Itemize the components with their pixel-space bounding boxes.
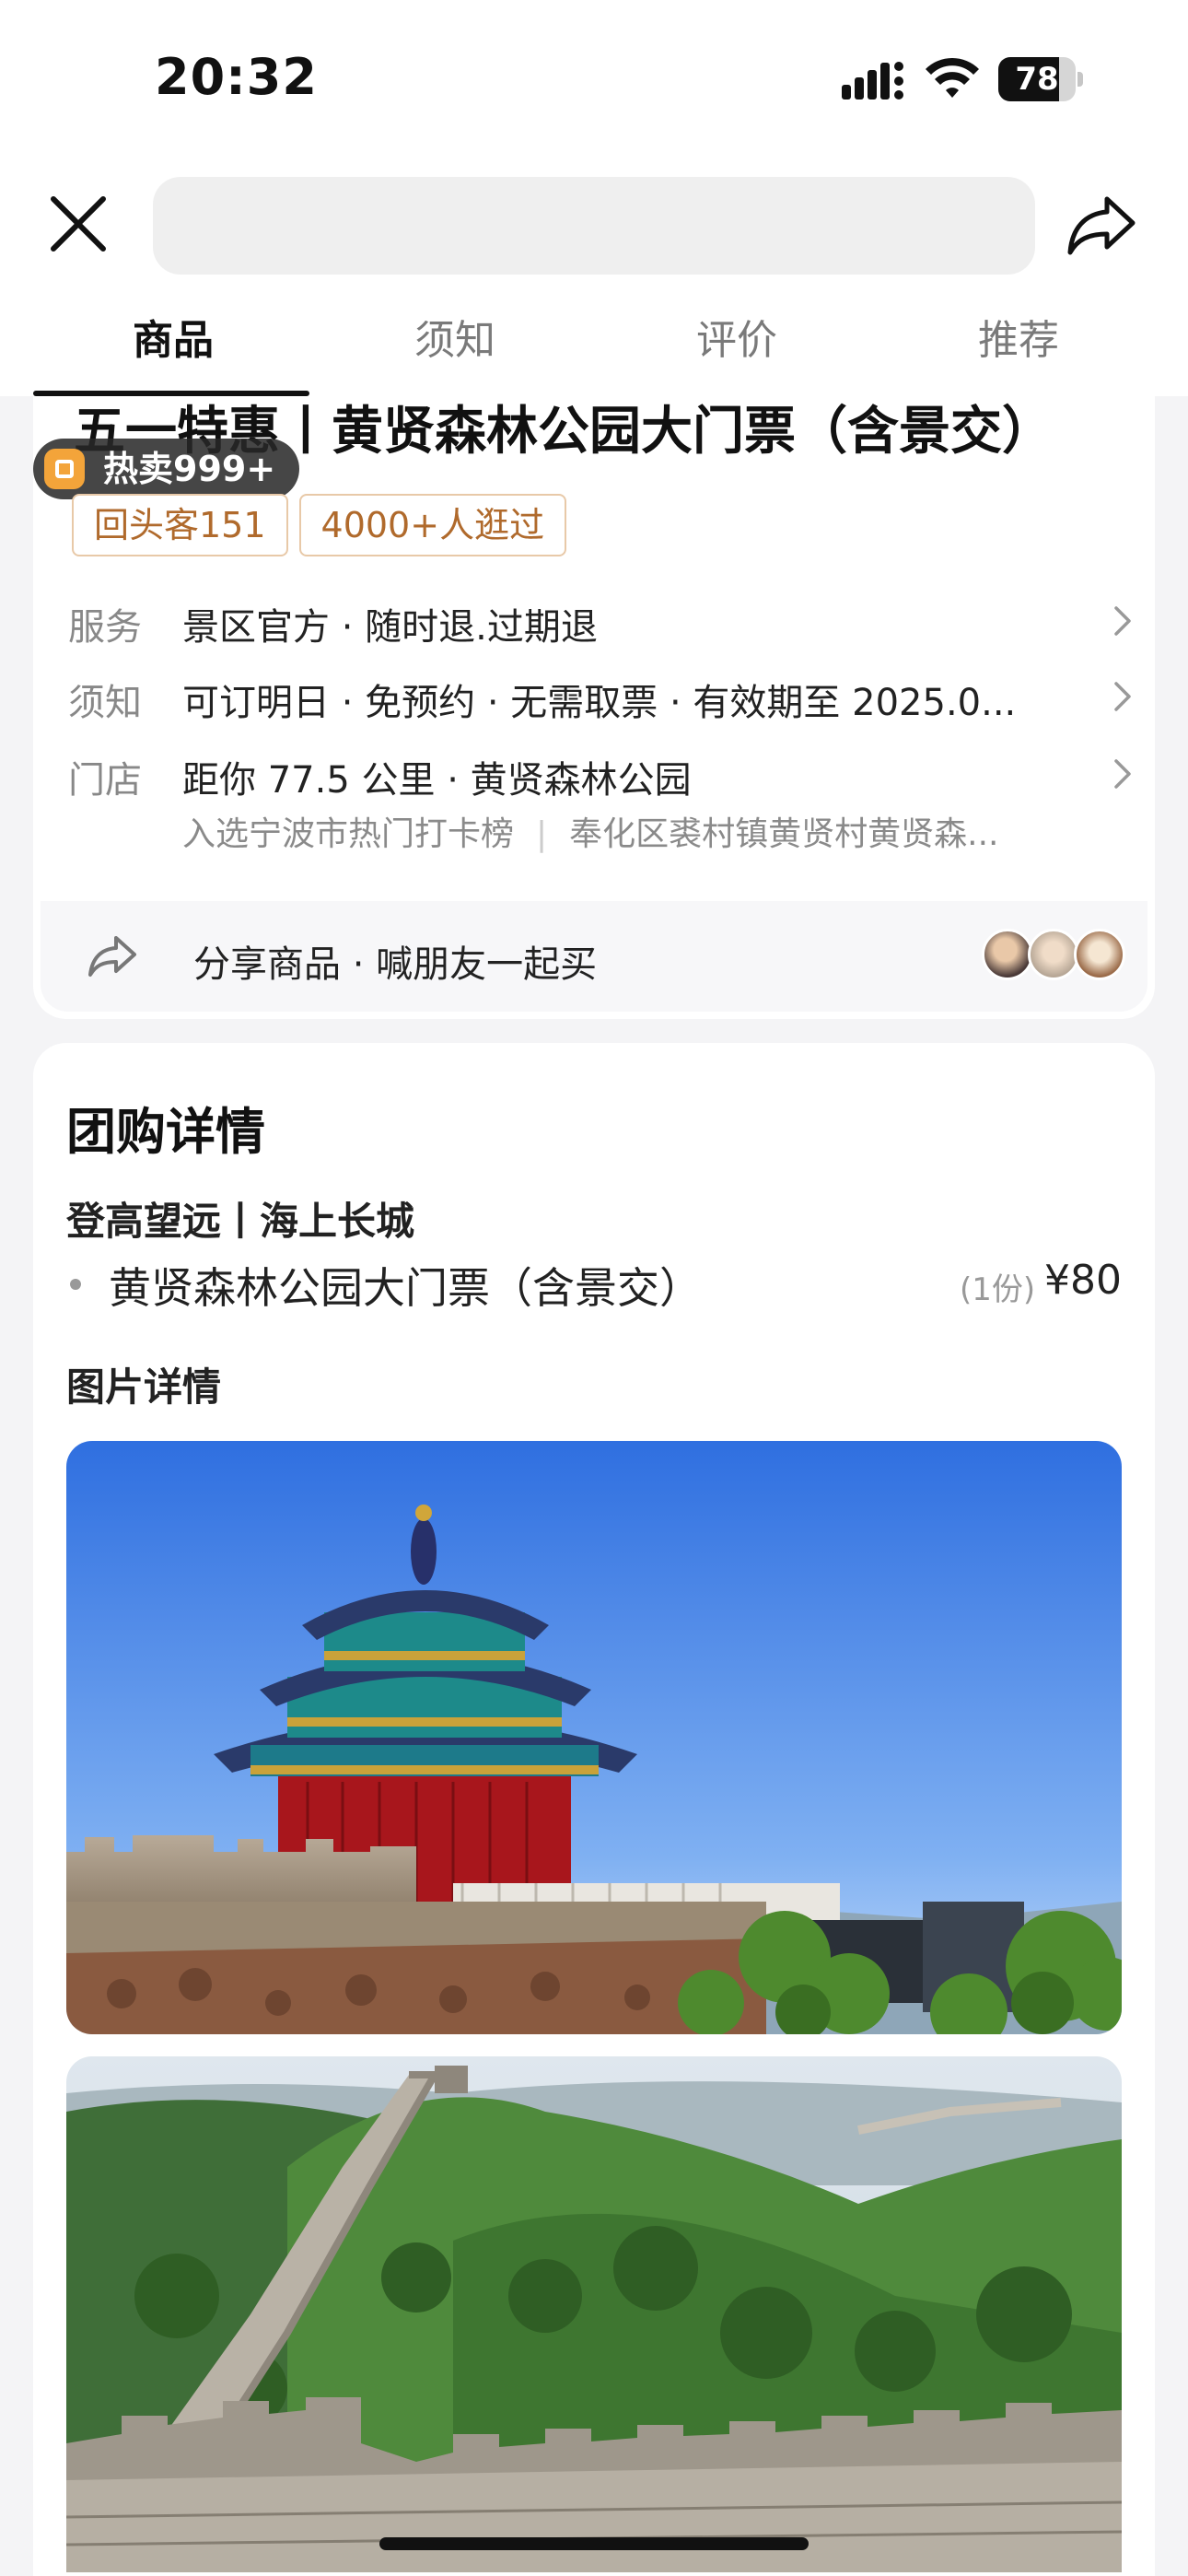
tab-notice[interactable]: 须知: [314, 295, 596, 396]
service-label: 服务: [68, 606, 142, 649]
deal-subheading: 登高望远丨海上长城: [66, 1199, 415, 1244]
bullet-dot: [70, 1279, 81, 1290]
avatar: [1028, 929, 1079, 980]
deal-details-card: 团购详情 登高望远丨海上长城 黄贤森林公园大门票（含景交） (1份) ¥80 图…: [33, 1043, 1155, 2576]
deal-item-price: ¥80: [1044, 1257, 1122, 1304]
avatar: [1074, 929, 1125, 980]
great-wall-photo[interactable]: [66, 2056, 1122, 2572]
store-label: 门店: [68, 759, 142, 802]
avatar: [982, 929, 1033, 980]
wifi-icon: [926, 57, 979, 98]
repeat-customer-tag: 回头客151: [72, 494, 288, 556]
visitor-count-tag: 4000+人逛过: [298, 494, 567, 556]
battery-icon: 78: [998, 57, 1083, 101]
status-time: 20:32: [155, 48, 318, 106]
deal-item-name: 黄贤森林公园大门票（含景交）: [109, 1263, 702, 1313]
friend-avatars: [982, 929, 1129, 982]
deal-item: 黄贤森林公园大门票（含景交） (1份) ¥80: [66, 1251, 1122, 1316]
service-row[interactable]: 服务 景区官方 · 随时退.过期退: [68, 597, 1136, 649]
deal-item-quantity: (1份): [960, 1271, 1036, 1308]
share-strip[interactable]: 分享商品 · 喊朋友一起买: [41, 901, 1147, 1012]
temple-photo[interactable]: [66, 1441, 1122, 2034]
hot-sale-label: 热卖999+: [103, 449, 276, 489]
notice-row[interactable]: 须知 可订明日 · 免预约 · 无需取票 · 有效期至 2025.0...: [68, 673, 1136, 724]
cellular-signal-icon: [842, 62, 903, 100]
tab-product[interactable]: 商品: [32, 295, 314, 396]
navbar: [0, 157, 1188, 295]
status-bar: 20:32 78: [0, 0, 1188, 157]
notice-value: 可订明日 · 免预约 · 无需取票 · 有效期至 2025.0...: [182, 682, 1017, 724]
share-icon[interactable]: [1065, 193, 1138, 256]
tag-row: 回头客151 4000+人逛过: [72, 494, 567, 556]
product-card: 五一特惠丨黄贤森林公园大门票（含景交） 热卖999+ 回头客151 4000+人…: [33, 396, 1155, 1019]
chevron-right-icon: [1114, 759, 1131, 789]
battery-percent: 78: [1015, 61, 1059, 98]
tab-recommend[interactable]: 推荐: [878, 295, 1159, 396]
home-indicator: [379, 2537, 809, 2550]
store-row[interactable]: 门店 距你 77.5 公里 · 黄贤森林公园 入选宁波市热门打卡榜 | 奉化区裘村镇…: [68, 750, 1136, 861]
store-address: 奉化区裘村镇黄贤村黄贤森...: [569, 815, 999, 853]
deal-details-heading: 团购详情: [66, 1103, 265, 1161]
hot-sale-badge: 热卖999+: [33, 439, 300, 499]
share-text: 分享商品 · 喊朋友一起买: [193, 943, 598, 986]
picture-details-heading: 图片详情: [66, 1364, 222, 1410]
store-rank: 入选宁波市热门打卡榜: [182, 815, 515, 853]
notice-label: 须知: [68, 682, 142, 724]
share-arrow-icon: [88, 936, 136, 977]
close-icon[interactable]: [46, 192, 111, 256]
tab-bar: 商品 须知 评价 推荐: [0, 295, 1188, 396]
search-input[interactable]: [153, 177, 1035, 275]
chevron-right-icon: [1114, 682, 1131, 711]
store-distance: 距你 77.5 公里 · 黄贤森林公园: [182, 759, 692, 802]
store-subline: 入选宁波市热门打卡榜 | 奉化区裘村镇黄贤村黄贤森...: [182, 815, 999, 853]
chevron-right-icon: [1114, 606, 1131, 636]
service-value: 景区官方 · 随时退.过期退: [182, 606, 598, 649]
tab-reviews[interactable]: 评价: [596, 295, 878, 396]
shopping-bag-icon: [44, 449, 85, 489]
